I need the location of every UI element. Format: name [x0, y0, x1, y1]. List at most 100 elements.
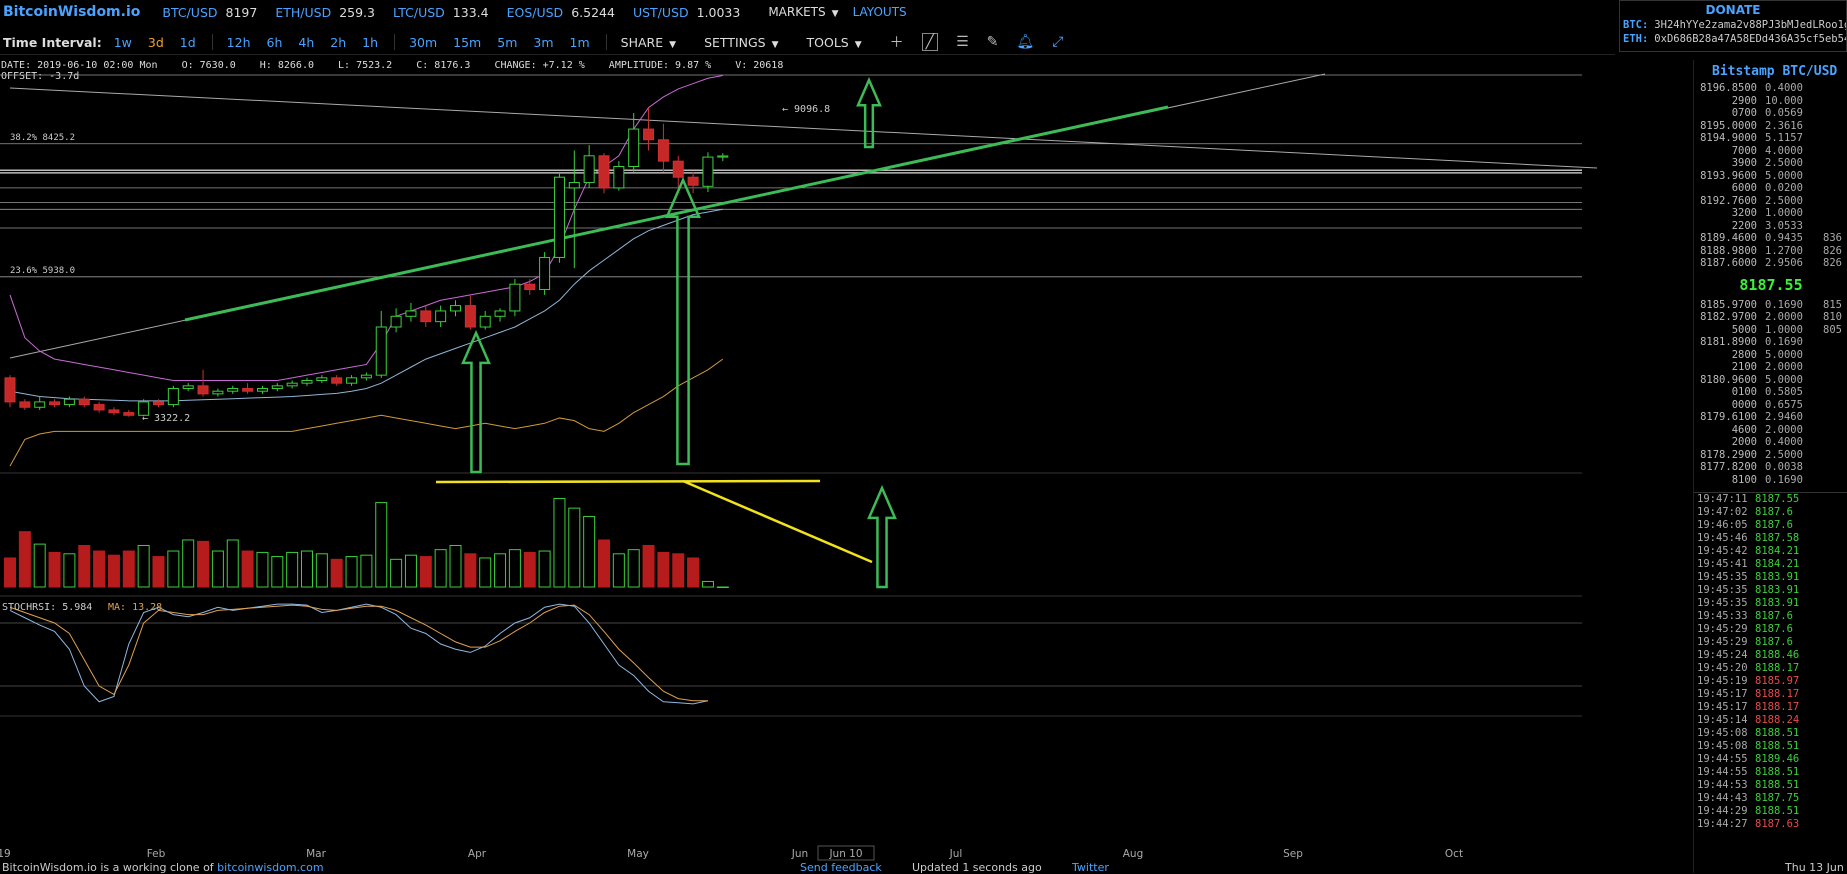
- bid-row[interactable]: 8100 0.1690: [1694, 474, 1847, 487]
- candle[interactable]: [717, 153, 729, 162]
- ticker-ust-usd[interactable]: UST/USD 1.0033: [633, 5, 740, 20]
- bid-row[interactable]: 8177.8200 0.0038: [1694, 461, 1847, 474]
- candle[interactable]: [687, 171, 699, 194]
- candle[interactable]: [464, 294, 476, 330]
- candle[interactable]: [405, 302, 417, 322]
- interval-2h[interactable]: 2h: [330, 35, 346, 50]
- arrow-annotation[interactable]: [867, 484, 897, 589]
- ask-row[interactable]: 6000 0.0200: [1694, 182, 1847, 195]
- candle[interactable]: [167, 385, 179, 408]
- candle[interactable]: [420, 305, 432, 327]
- ask-row[interactable]: 8194.9000 5.1157: [1694, 132, 1847, 145]
- ask-row[interactable]: 3200 1.0000: [1694, 207, 1847, 220]
- eth-address[interactable]: ETH: 0xD686B28a47A58EDd436A35cf5eb544: [1623, 33, 1846, 45]
- price-chart[interactable]: 38.2% 8425.2 23.6% 5938.0 ← 9096.8 ← 3322.2…: [0, 54, 1600, 861]
- arrow-annotation[interactable]: [461, 329, 491, 474]
- candle[interactable]: [524, 278, 536, 295]
- plus-icon[interactable]: ＋: [890, 32, 904, 52]
- layouts-link[interactable]: LAYOUTS: [853, 5, 907, 19]
- interval-6h[interactable]: 6h: [267, 35, 283, 50]
- candle[interactable]: [553, 171, 565, 263]
- candle[interactable]: [197, 369, 209, 397]
- candle[interactable]: [271, 383, 283, 392]
- ask-row[interactable]: 2200 3.0533: [1694, 220, 1847, 233]
- volume-resistance-line[interactable]: [435, 479, 821, 484]
- twitter-link[interactable]: Twitter: [1072, 861, 1109, 874]
- ask-row[interactable]: 2900 10.000: [1694, 95, 1847, 108]
- bid-row[interactable]: 0100 0.5805: [1694, 386, 1847, 399]
- candle[interactable]: [242, 383, 254, 394]
- share-menu[interactable]: SHARE ▼: [621, 35, 676, 50]
- ask-row[interactable]: 8195.0000 2.3616: [1694, 120, 1847, 133]
- ask-row[interactable]: 8188.9800 1.2700 826: [1694, 245, 1847, 258]
- interval-5m[interactable]: 5m: [497, 35, 517, 50]
- ask-row[interactable]: 8192.7600 2.5000: [1694, 195, 1847, 208]
- volume-trend-line[interactable]: [682, 479, 873, 564]
- candle[interactable]: [93, 401, 105, 413]
- trendline-resistance[interactable]: [9, 87, 1598, 169]
- candle[interactable]: [331, 375, 343, 386]
- tools-menu[interactable]: TOOLS ▼: [807, 35, 862, 50]
- line-icon[interactable]: ╱: [921, 33, 939, 51]
- candle[interactable]: [108, 407, 120, 416]
- candle[interactable]: [539, 252, 551, 295]
- candle[interactable]: [583, 145, 595, 188]
- candle[interactable]: [435, 305, 447, 327]
- interval-1d[interactable]: 1d: [180, 35, 196, 50]
- candle[interactable]: [390, 308, 402, 333]
- candle[interactable]: [49, 399, 61, 408]
- candle[interactable]: [479, 310, 491, 330]
- interval-1w[interactable]: 1w: [114, 35, 132, 50]
- candle[interactable]: [494, 308, 506, 322]
- interval-1h[interactable]: 1h: [362, 35, 378, 50]
- candle[interactable]: [613, 161, 625, 191]
- candle[interactable]: [375, 310, 387, 378]
- candle[interactable]: [657, 123, 669, 172]
- candle[interactable]: [598, 153, 610, 194]
- interval-15m[interactable]: 15m: [453, 35, 481, 50]
- bid-row[interactable]: 2800 5.0000: [1694, 349, 1847, 362]
- bid-row[interactable]: 8179.6100 2.9460: [1694, 411, 1847, 424]
- ticker-btc-usd[interactable]: BTC/USD 8197: [162, 5, 257, 20]
- candle[interactable]: [182, 383, 194, 392]
- bid-row[interactable]: 8185.9700 0.1690 815: [1694, 299, 1847, 312]
- candle[interactable]: [78, 396, 90, 408]
- bid-row[interactable]: 5000 1.0000 805: [1694, 324, 1847, 337]
- candle[interactable]: [360, 372, 372, 381]
- settings-menu[interactable]: SETTINGS ▼: [704, 35, 778, 50]
- candle[interactable]: [509, 278, 521, 317]
- bid-row[interactable]: 8181.8900 0.1690: [1694, 336, 1847, 349]
- ask-row[interactable]: 8196.8500 0.4000: [1694, 82, 1847, 95]
- interval-3m[interactable]: 3m: [533, 35, 553, 50]
- site-logo[interactable]: BitcoinWisdom.io: [3, 4, 140, 20]
- candle[interactable]: [702, 152, 714, 193]
- fullscreen-icon[interactable]: ⤢: [1052, 34, 1063, 50]
- ticker-eth-usd[interactable]: ETH/USD 259.3: [275, 5, 375, 20]
- ask-row[interactable]: 7000 4.0000: [1694, 145, 1847, 158]
- candle[interactable]: [227, 385, 239, 394]
- bell-icon[interactable]: 🔔︎: [1016, 34, 1034, 50]
- ask-row[interactable]: 8189.4600 0.9435 836: [1694, 232, 1847, 245]
- footer-source-link[interactable]: bitcoinwisdom.com: [217, 861, 323, 874]
- bid-row[interactable]: 8180.9600 5.0000: [1694, 374, 1847, 387]
- pen-icon[interactable]: ✎: [987, 34, 999, 50]
- ticker-eos-usd[interactable]: EOS/USD 6.5244: [507, 5, 615, 20]
- candle[interactable]: [34, 396, 46, 410]
- ask-row[interactable]: 0700 0.0569: [1694, 107, 1847, 120]
- ask-row[interactable]: 8187.6000 2.9506 826: [1694, 257, 1847, 270]
- ask-row[interactable]: 8193.9600 5.0000: [1694, 170, 1847, 183]
- candle[interactable]: [256, 385, 268, 394]
- interval-12h[interactable]: 12h: [227, 35, 251, 50]
- send-feedback-link[interactable]: Send feedback: [800, 861, 882, 874]
- candle[interactable]: [4, 375, 16, 408]
- markets-menu[interactable]: MARKETS ▼: [768, 5, 838, 19]
- ask-row[interactable]: 3900 2.5000: [1694, 157, 1847, 170]
- candle[interactable]: [628, 113, 640, 172]
- bid-row[interactable]: 8178.2900 2.5000: [1694, 449, 1847, 462]
- candle[interactable]: [316, 375, 328, 384]
- interval-30m[interactable]: 30m: [409, 35, 437, 50]
- bid-row[interactable]: 0000 0.6575: [1694, 399, 1847, 412]
- btc-address[interactable]: BTC: 3H24hYYe2zama2v88PJ3bMJedLRoo1gz: [1623, 19, 1846, 31]
- interval-4h[interactable]: 4h: [298, 35, 314, 50]
- candle[interactable]: [19, 399, 31, 410]
